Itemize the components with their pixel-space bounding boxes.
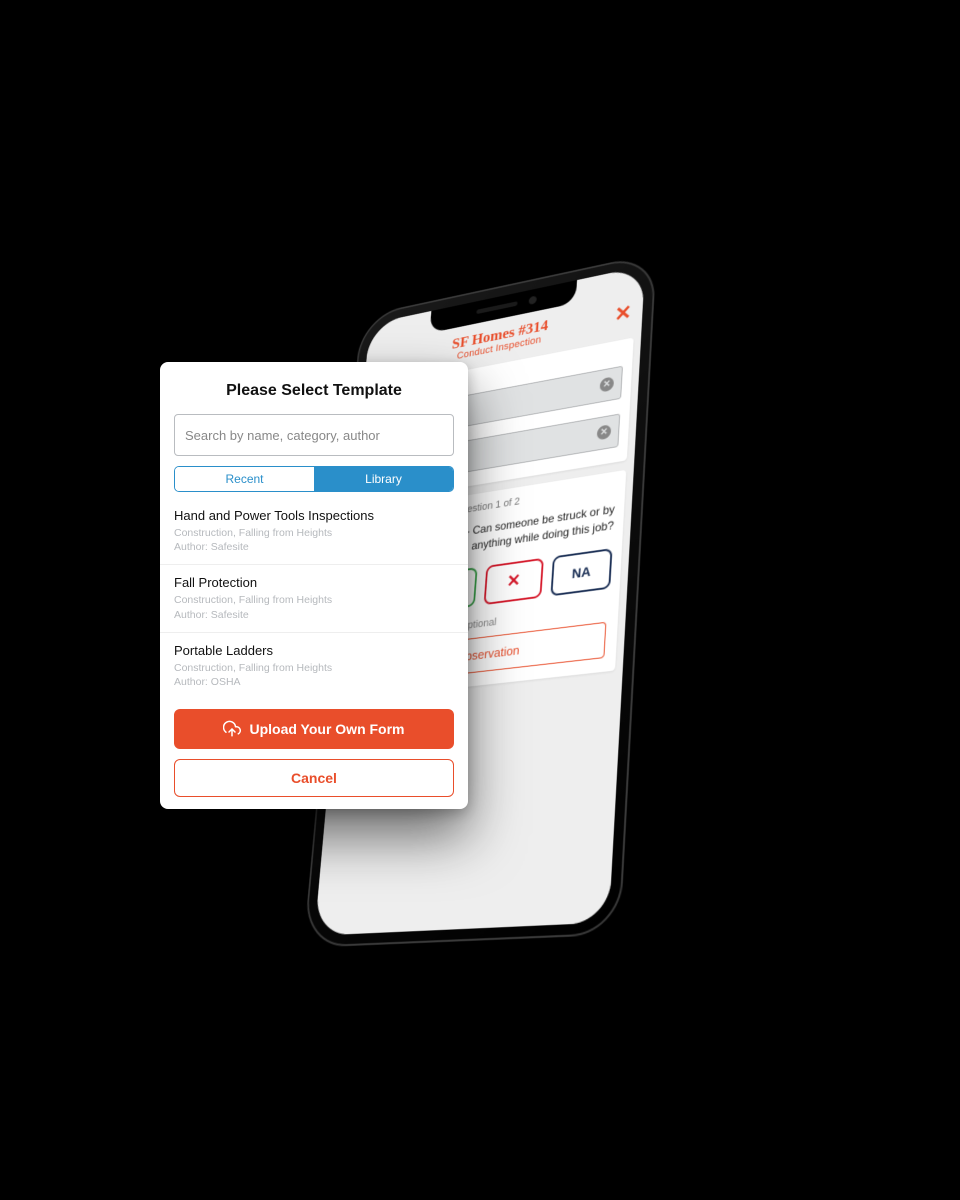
cancel-button[interactable]: Cancel — [174, 759, 454, 797]
answer-no-button[interactable]: ✕ — [484, 557, 544, 604]
template-picker-modal: Please Select Template Search by name, c… — [160, 362, 468, 809]
search-input[interactable]: Search by name, category, author — [174, 414, 454, 456]
template-category: Construction, Falling from Heights — [174, 661, 454, 675]
template-list: Hand and Power Tools Inspections Constru… — [160, 498, 468, 699]
upload-form-button[interactable]: Upload Your Own Form — [174, 709, 454, 749]
list-item[interactable]: Fall Protection Construction, Falling fr… — [160, 565, 468, 632]
template-name: Fall Protection — [174, 575, 454, 590]
list-item[interactable]: Portable Ladders Construction, Falling f… — [160, 633, 468, 699]
tab-library[interactable]: Library — [314, 467, 453, 491]
close-icon[interactable]: ✕ — [614, 302, 632, 325]
clear-icon[interactable]: ✕ — [600, 377, 615, 393]
template-category: Construction, Falling from Heights — [174, 593, 454, 607]
template-category: Construction, Falling from Heights — [174, 526, 454, 540]
template-author: Author: Safesite — [174, 540, 454, 554]
cloud-upload-icon — [223, 720, 241, 738]
template-author: Author: OSHA — [174, 675, 454, 689]
modal-title: Please Select Template — [174, 382, 454, 400]
upload-form-label: Upload Your Own Form — [249, 721, 404, 737]
tabs: Recent Library — [174, 466, 454, 492]
list-item[interactable]: Hand and Power Tools Inspections Constru… — [160, 498, 468, 565]
template-name: Portable Ladders — [174, 643, 454, 658]
answer-na-button[interactable]: NA — [550, 548, 612, 596]
template-author: Author: Safesite — [174, 608, 454, 622]
phone-3d-scene: SF Homes #314 Conduct Inspection ✕ Inspe… — [480, 600, 825, 1200]
search-placeholder: Search by name, category, author — [185, 428, 380, 443]
clear-icon[interactable]: ✕ — [597, 425, 612, 441]
tab-recent[interactable]: Recent — [175, 467, 314, 491]
stage: SF Homes #314 Conduct Inspection ✕ Inspe… — [0, 0, 960, 1200]
template-name: Hand and Power Tools Inspections — [174, 508, 454, 523]
